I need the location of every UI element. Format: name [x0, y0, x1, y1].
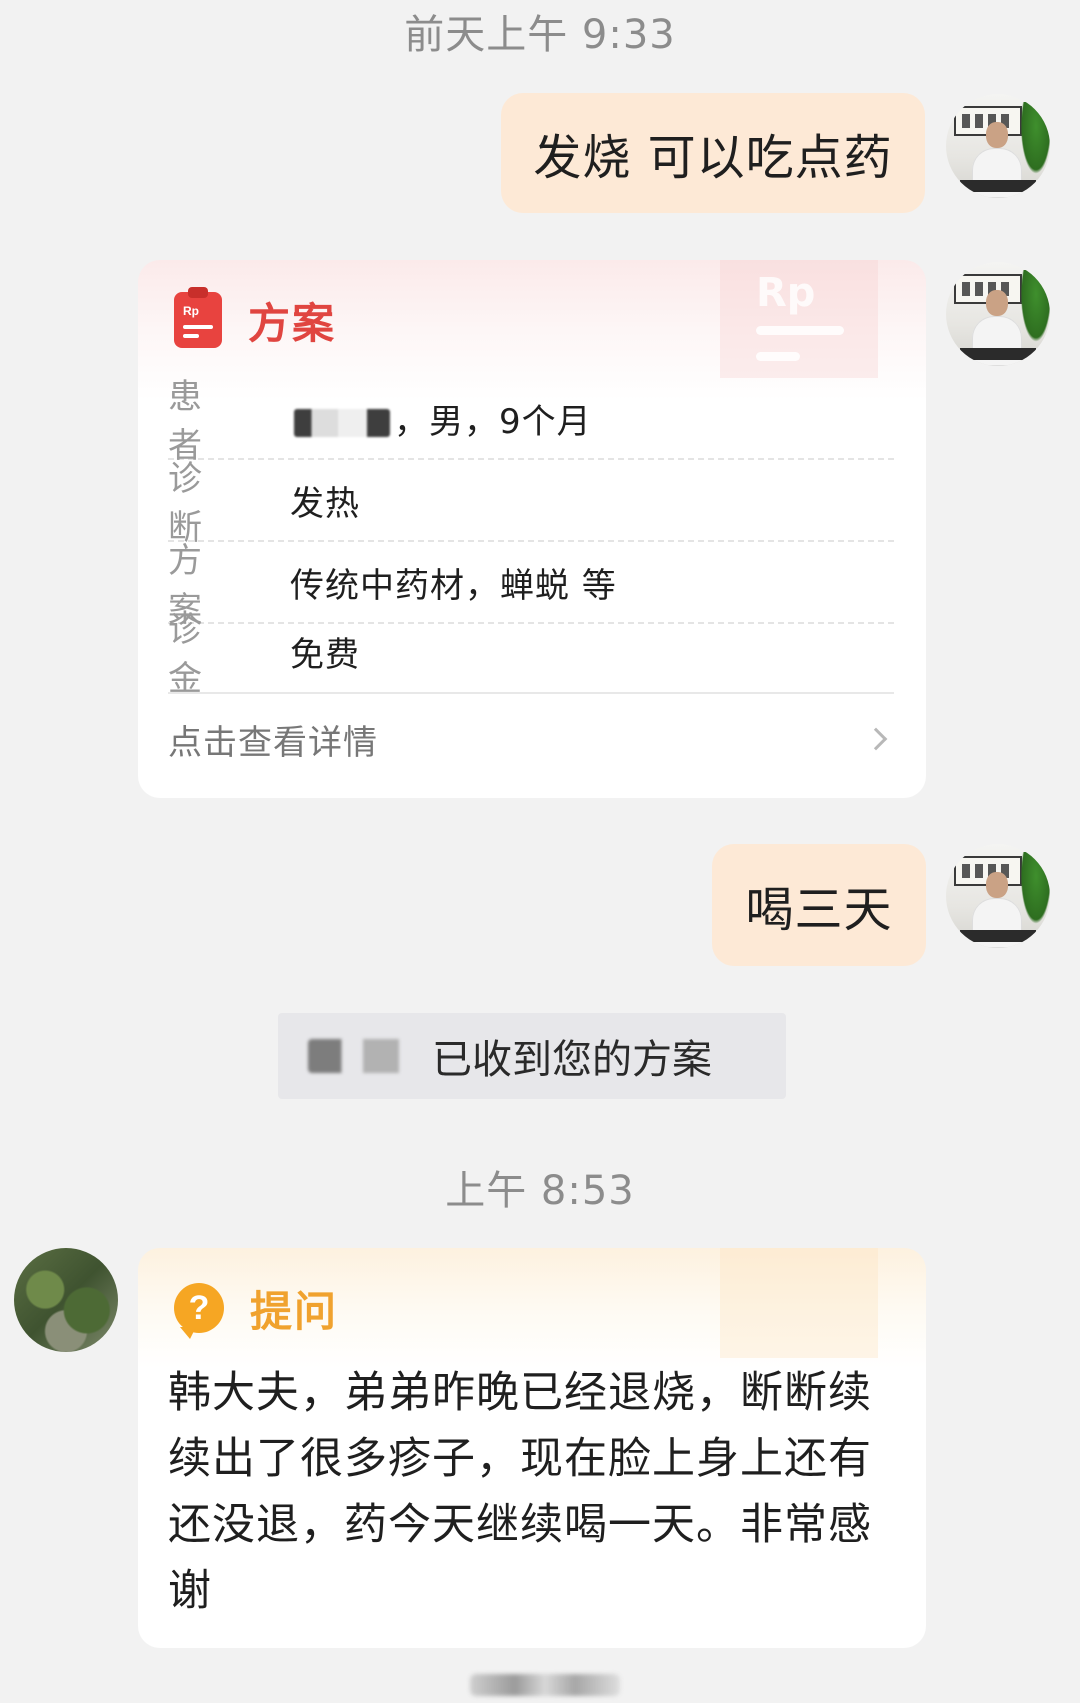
redacted-watermark — [470, 1674, 620, 1696]
card-header: ? 提问 — [174, 1278, 339, 1339]
rp-watermark-icon: Rp — [720, 260, 878, 378]
timestamp: 上午 8:53 — [445, 1168, 635, 1214]
row-value: 免费 — [290, 634, 360, 675]
question-text: 韩大夫，弟弟昨晚已经退烧，断断续续出了很多疹子，现在脸上身上还有还没退，药今天继… — [168, 1368, 872, 1616]
outgoing-message[interactable]: 喝三天 — [712, 844, 926, 966]
card-title: 提问 — [250, 1286, 339, 1336]
card-header: Rp 方案 — [174, 287, 337, 350]
row-value: 发热 — [290, 483, 360, 524]
chevron-right-icon — [864, 727, 888, 751]
outgoing-message[interactable]: 发烧 可以吃点药 — [501, 93, 925, 213]
view-details-link[interactable]: 点击查看详情 — [168, 692, 894, 784]
question-watermark — [720, 1248, 878, 1358]
question-icon: ? — [174, 1283, 224, 1339]
row-value: 传统中药材，蝉蜕 等 — [290, 565, 617, 606]
redacted-name — [308, 1039, 428, 1073]
view-details-label: 点击查看详情 — [168, 722, 378, 763]
card-title: 方案 — [248, 298, 337, 348]
system-notice: 已收到您的方案 — [278, 1013, 786, 1099]
patient-row: 患者 ，男，9个月 — [168, 377, 894, 466]
notice-text: 已收到您的方案 — [432, 1037, 712, 1083]
fee-row: 诊金 免费 — [168, 610, 894, 699]
question-card[interactable]: ? 提问 韩大夫，弟弟昨晚已经退烧，断断续续出了很多疹子，现在脸上身上还有还没退… — [138, 1248, 926, 1648]
doctor-avatar[interactable] — [946, 94, 1050, 198]
message-text: 喝三天 — [745, 882, 893, 938]
diagnosis-row: 诊断 发热 — [168, 459, 894, 548]
timestamp: 前天上午 9:33 — [404, 12, 676, 58]
prescription-card[interactable]: Rp Rp 方案 患者 ，男，9个月 诊断 发热 方案 传统中药材，蝉蜕 等 诊… — [138, 260, 926, 798]
doctor-avatar[interactable] — [946, 262, 1050, 366]
redacted-name — [294, 409, 390, 437]
row-value: ，男，9个月 — [290, 394, 592, 443]
prescription-icon: Rp — [174, 287, 222, 348]
row-label: 诊金 — [168, 610, 230, 699]
patient-avatar[interactable] — [14, 1248, 118, 1352]
doctor-avatar[interactable] — [946, 844, 1050, 948]
message-text: 发烧 可以吃点药 — [533, 130, 893, 186]
